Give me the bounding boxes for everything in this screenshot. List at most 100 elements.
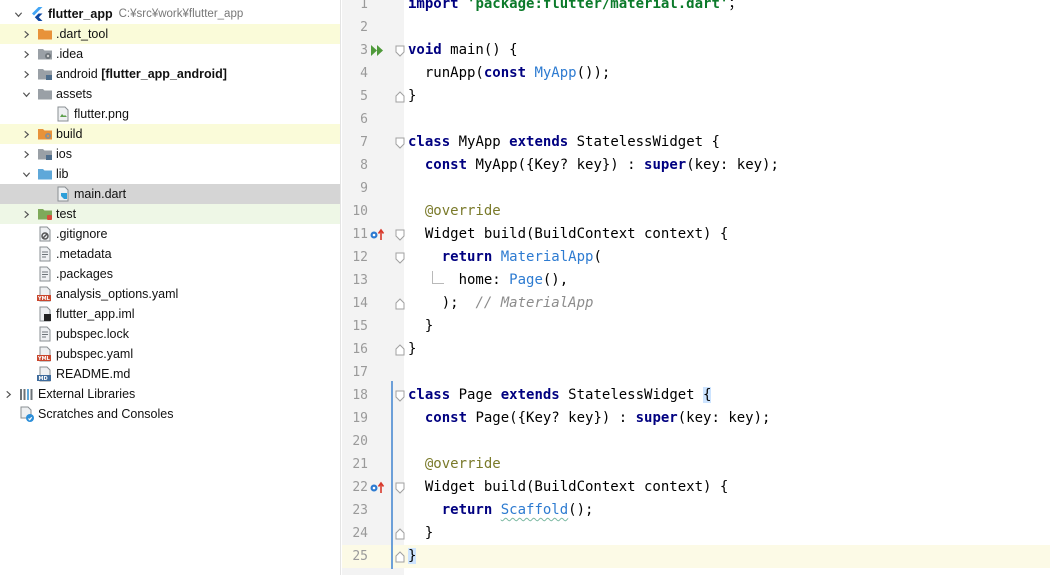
- chevron-right-icon[interactable]: [2, 384, 14, 404]
- override-gutter-icon[interactable]: [370, 227, 388, 242]
- run-gutter-icon[interactable]: [370, 43, 388, 58]
- code-line[interactable]: 2: [342, 16, 1050, 39]
- tree-item-idea[interactable]: .idea: [0, 44, 340, 64]
- chevron-down-icon[interactable]: [20, 84, 32, 104]
- fold-end-icon[interactable]: [394, 522, 406, 545]
- code-line[interactable]: 14 ); // MaterialApp: [342, 292, 1050, 315]
- code-editor[interactable]: 1 import 'package:flutter/material.dart'；…: [342, 0, 1050, 575]
- tree-item-lib[interactable]: lib: [0, 164, 340, 184]
- tree-item-label: pubspec.lock: [56, 327, 129, 341]
- code-line[interactable]: 21 @override: [342, 453, 1050, 476]
- line-number: 18: [352, 388, 368, 403]
- code-line[interactable]: 18 class Page extends StatelessWidget {: [342, 384, 1050, 407]
- line-number: 3: [360, 43, 368, 58]
- chevron-down-icon[interactable]: [20, 164, 32, 184]
- fold-end-icon[interactable]: [394, 338, 406, 361]
- tree-item-scratches-and-consoles[interactable]: Scratches and Consoles: [0, 404, 340, 424]
- chevron-right-icon[interactable]: [20, 64, 32, 84]
- tree-item-pubspec-yaml[interactable]: YML pubspec.yaml: [0, 344, 340, 364]
- fold-start-icon[interactable]: [394, 223, 406, 246]
- code-token: home:: [408, 272, 510, 288]
- code-line[interactable]: 16}: [342, 338, 1050, 361]
- code-line[interactable]: 4 runApp(const MyApp());: [342, 62, 1050, 85]
- folder-module-icon: [37, 146, 53, 162]
- tree-item-android[interactable]: android [flutter_app_android]: [0, 64, 340, 84]
- fold-start-icon[interactable]: [394, 39, 406, 62]
- code-line[interactable]: 23 return Scaffold();: [342, 499, 1050, 522]
- code-line[interactable]: 13 home: Page(),: [342, 269, 1050, 292]
- fold-end-icon[interactable]: [394, 545, 406, 568]
- code-line[interactable]: 11 Widget build(BuildContext context) {: [342, 223, 1050, 246]
- code-line[interactable]: 1 import 'package:flutter/material.dart'；: [342, 0, 1050, 16]
- tree-item-main-dart[interactable]: main.dart: [0, 184, 340, 204]
- tree-item-flutter-png[interactable]: flutter.png: [0, 104, 340, 124]
- tree-item-pubspec-lock[interactable]: pubspec.lock: [0, 324, 340, 344]
- tree-item-analysis-options-yaml[interactable]: YML analysis_options.yaml: [0, 284, 340, 304]
- gitignore-file-icon: [37, 226, 53, 242]
- fold-start-icon[interactable]: [394, 246, 406, 269]
- code-line[interactable]: 7 class MyApp extends StatelessWidget {: [342, 131, 1050, 154]
- code-token: Widget build(BuildContext context) {: [408, 479, 729, 495]
- code-token: const: [424, 410, 468, 426]
- code-line[interactable]: 10 @override: [342, 200, 1050, 223]
- yaml-file-icon: YML: [37, 346, 53, 362]
- code-line[interactable]: 6: [342, 108, 1050, 131]
- tree-item-label: analysis_options.yaml: [56, 287, 179, 301]
- code-text: return Scaffold();: [408, 499, 594, 522]
- code-line[interactable]: 15 }: [342, 315, 1050, 338]
- code-line[interactable]: 19 const Page({Key? key}) : super(key: k…: [342, 407, 1050, 430]
- tree-item-readme-md[interactable]: MD README.md: [0, 364, 340, 384]
- tree-item-gitignore[interactable]: .gitignore: [0, 224, 340, 244]
- code-line[interactable]: 5}: [342, 85, 1050, 108]
- scratches-icon: [19, 406, 35, 422]
- chevron-right-icon[interactable]: [20, 144, 32, 164]
- tree-item-build[interactable]: build: [0, 124, 340, 144]
- chevron-right-icon[interactable]: [20, 24, 32, 44]
- code-text: const MyApp({Key? key}) : super(key: key…: [408, 154, 779, 177]
- tree-item-ios[interactable]: ios: [0, 144, 340, 164]
- code-text: return MaterialApp(: [408, 246, 602, 269]
- project-tree-panel[interactable]: flutter_app C:¥src¥work¥flutter_app .dart_…: [0, 0, 341, 575]
- code-line[interactable]: 25}: [342, 545, 1050, 568]
- code-token: void: [408, 42, 442, 58]
- code-token: Widget build(BuildContext context) {: [408, 226, 729, 242]
- fold-start-icon[interactable]: [394, 131, 406, 154]
- chevron-down-icon[interactable]: [12, 4, 24, 24]
- code-line[interactable]: 20: [342, 430, 1050, 453]
- folder-gray-icon: [37, 86, 53, 102]
- tree-item-label: README.md: [56, 367, 131, 381]
- tree-item-metadata[interactable]: .metadata: [0, 244, 340, 264]
- tree-item-label: .idea: [56, 47, 84, 61]
- line-number: 23: [352, 503, 368, 518]
- chevron-right-icon[interactable]: [20, 124, 32, 144]
- code-line[interactable]: 17: [342, 361, 1050, 384]
- tree-item-packages[interactable]: .packages: [0, 264, 340, 284]
- code-line[interactable]: 12 return MaterialApp(: [342, 246, 1050, 269]
- fold-end-icon[interactable]: [394, 85, 406, 108]
- code-token: Scaffold: [500, 502, 569, 518]
- tree-root-label: flutter_app: [48, 7, 113, 21]
- tree-item-dart-tool[interactable]: .dart_tool: [0, 24, 340, 44]
- code-text: import 'package:flutter/material.dart'；: [408, 0, 742, 16]
- tree-item-external-libraries[interactable]: External Libraries: [0, 384, 340, 404]
- chevron-right-icon[interactable]: [20, 44, 32, 64]
- code-line[interactable]: 3 void main() {: [342, 39, 1050, 62]
- fold-end-icon[interactable]: [394, 292, 406, 315]
- chevron-right-icon[interactable]: [20, 204, 32, 224]
- tree-root-flutter-app[interactable]: flutter_app C:¥src¥work¥flutter_app: [0, 4, 340, 24]
- line-number: 1: [360, 0, 368, 12]
- code-line[interactable]: 8 const MyApp({Key? key}) : super(key: k…: [342, 154, 1050, 177]
- folder-build-icon: [37, 126, 53, 142]
- code-token: extends: [509, 134, 569, 150]
- code-line[interactable]: 22 Widget build(BuildContext context) {: [342, 476, 1050, 499]
- code-line[interactable]: 9: [342, 177, 1050, 200]
- code-token: Page({Key? key}) :: [467, 410, 636, 426]
- fold-start-icon[interactable]: [394, 476, 406, 499]
- code-line[interactable]: 24 }: [342, 522, 1050, 545]
- tree-item-flutter-app-iml[interactable]: flutter_app.iml: [0, 304, 340, 324]
- fold-start-icon[interactable]: [394, 384, 406, 407]
- tree-item-test[interactable]: test: [0, 204, 340, 224]
- tree-item-assets[interactable]: assets: [0, 84, 340, 104]
- override-gutter-icon[interactable]: [370, 480, 388, 495]
